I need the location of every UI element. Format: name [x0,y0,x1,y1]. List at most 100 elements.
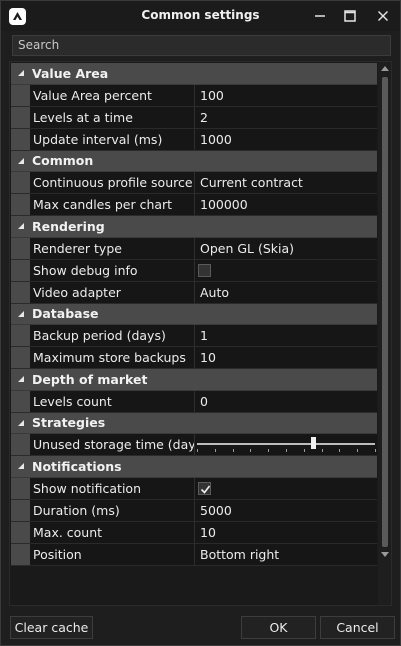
category-notifications[interactable]: Notifications [11,456,377,478]
slider-thumb[interactable] [310,437,316,449]
category-label: Depth of market [32,371,148,387]
unused-storage-slider[interactable] [197,434,376,455]
show-debug-info-checkbox[interactable] [198,263,211,277]
property-name: Levels count [30,390,195,412]
property-name: Show notification [30,477,195,499]
property-value[interactable]: 2 [195,107,377,128]
slider-tick [250,449,252,452]
category-label: Strategies [32,415,106,431]
property-value[interactable]: 1 [195,325,377,346]
row-gutter [11,172,30,193]
property-value[interactable]: 100000 [195,194,377,215]
property-row-update-interval-ms: Update interval (ms) 1000 [11,128,377,151]
property-value[interactable]: 0 [195,391,377,412]
row-gutter [11,128,30,150]
settings-window: Common settings Search Value Area Value A… [0,0,401,646]
property-value[interactable]: Auto [195,282,377,303]
slider-tick [214,449,216,452]
row-gutter [11,259,30,281]
cancel-button[interactable]: Cancel [320,616,395,639]
clear-cache-button[interactable]: Clear cache [10,616,93,639]
property-row-levels-at-a-time: Levels at a time 2 [11,106,377,129]
property-row-max-candles-per-chart: Max candles per chart 100000 [11,194,377,216]
slider-tick [268,449,270,452]
slider-tick [357,449,359,452]
scroll-up-icon[interactable] [381,65,389,71]
category-label: Database [32,306,99,322]
property-name: Value Area percent [30,84,195,106]
scroll-down-icon[interactable] [381,552,389,558]
maximize-button[interactable] [336,5,364,27]
title-bar: Common settings [1,1,400,31]
property-name: Update interval (ms) [30,128,195,150]
row-gutter [11,499,30,521]
row-gutter [11,84,30,106]
collapse-arrow-icon[interactable] [11,304,30,325]
collapse-arrow-icon[interactable] [11,63,30,84]
property-value-checkbox[interactable] [195,478,377,499]
property-row-video-adapter: Video adapter Auto [11,281,377,304]
property-value[interactable]: Bottom right [195,544,377,565]
slider-tick [286,449,287,452]
collapse-arrow-icon[interactable] [11,413,30,434]
category-rendering[interactable]: Rendering [11,216,377,238]
property-rows: Value Area Value Area percent 100 Levels at… [11,63,377,566]
minimize-button[interactable] [306,5,334,27]
property-value[interactable]: 100 [195,85,377,106]
ok-button[interactable]: OK [241,616,316,639]
maximize-icon [344,10,356,22]
category-database[interactable]: Database [11,303,377,325]
close-button[interactable] [369,5,397,27]
property-value-slider[interactable] [195,434,377,455]
property-row-continuous-profile-source: Continuous profile source Current contrac… [11,172,377,194]
close-icon [378,11,388,21]
row-gutter [11,477,30,499]
category-common[interactable]: Common [11,150,377,172]
category-label: Value Area [32,65,109,81]
property-value[interactable]: 10 [195,347,377,368]
show-notification-checkbox[interactable] [198,481,211,495]
row-gutter [11,194,30,215]
category-depth-of-market[interactable]: Depth of market [11,369,377,391]
row-gutter [11,347,30,368]
slider-tick [197,449,198,452]
slider-tick [232,449,234,452]
property-row-value-area-percent: Value Area percent 100 [11,84,377,107]
property-name: Maximum store backups [30,347,195,368]
category-label: Rendering [32,218,105,234]
property-value-checkbox[interactable] [195,260,377,281]
collapse-arrow-icon[interactable] [11,369,30,390]
property-row-unused-storage-time-days: Unused storage time (days) [11,434,377,456]
slider-tick [375,449,376,452]
property-row-renderer-type: Renderer type Open GL (Skia) [11,237,377,260]
property-value[interactable]: 1000 [195,129,377,150]
category-label: Common [32,153,94,169]
slider-track[interactable] [197,443,375,445]
minimize-icon [315,15,325,17]
row-gutter [11,237,30,259]
property-value[interactable]: Current contract [195,172,377,193]
row-gutter [11,325,30,346]
row-gutter [11,390,30,412]
property-grid: Value Area Value Area percent 100 Levels at… [9,61,392,606]
property-value[interactable]: 5000 [195,500,377,521]
slider-tick [321,449,323,452]
property-name: Duration (ms) [30,499,195,521]
property-row-duration-ms: Duration (ms) 5000 [11,499,377,522]
search-input[interactable]: Search [12,35,391,56]
property-name: Video adapter [30,281,195,303]
category-value-area[interactable]: Value Area [11,63,377,85]
category-strategies[interactable]: Strategies [11,412,377,434]
property-value[interactable]: 10 [195,522,377,543]
scroll-thumb[interactable] [382,77,388,547]
property-row-levels-count: Levels count 0 [11,390,377,413]
row-gutter [11,434,30,455]
scrollbar[interactable] [378,62,391,605]
property-value[interactable]: Open GL (Skia) [195,238,377,259]
property-name: Show debug info [30,259,195,281]
collapse-arrow-icon[interactable] [11,216,30,237]
checkmark-icon [200,485,211,494]
property-name: Max. count [30,521,195,543]
collapse-arrow-icon[interactable] [11,456,30,477]
collapse-arrow-icon[interactable] [11,151,30,172]
